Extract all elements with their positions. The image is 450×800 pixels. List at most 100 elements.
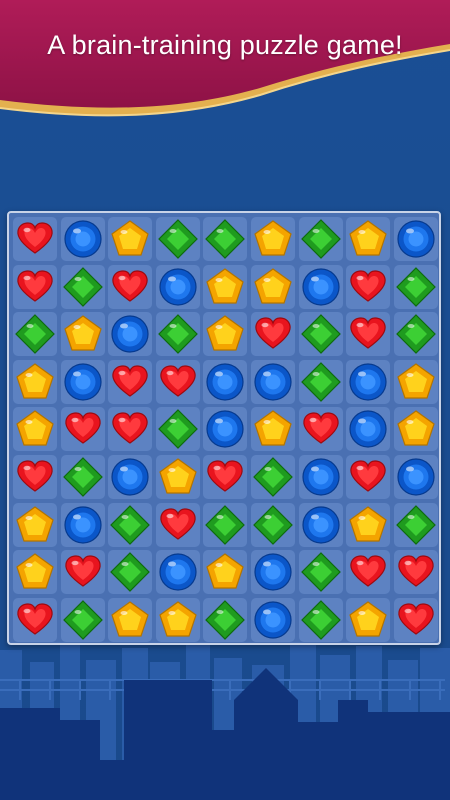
board-cell[interactable] xyxy=(298,502,343,547)
blue-round-gem[interactable] xyxy=(61,503,105,547)
board-cell[interactable] xyxy=(13,312,57,357)
red-heart-gem[interactable] xyxy=(108,360,152,404)
green-diamond-gem[interactable] xyxy=(203,598,247,642)
yellow-pentagon-gem[interactable] xyxy=(203,312,247,356)
board-cell[interactable] xyxy=(393,407,438,452)
board-cell[interactable] xyxy=(155,407,200,452)
board-cell[interactable] xyxy=(393,359,438,404)
board-cell[interactable] xyxy=(346,550,391,595)
board-cell[interactable] xyxy=(13,597,57,642)
blue-round-gem[interactable] xyxy=(346,360,390,404)
board-cell[interactable] xyxy=(298,455,343,499)
red-heart-gem[interactable] xyxy=(346,265,390,309)
blue-round-gem[interactable] xyxy=(203,407,247,451)
board-cell[interactable] xyxy=(108,312,153,357)
yellow-pentagon-gem[interactable] xyxy=(13,360,57,404)
board-cell[interactable] xyxy=(251,359,295,404)
board-cell[interactable] xyxy=(393,312,438,357)
green-diamond-gem[interactable] xyxy=(108,550,152,594)
board-cell[interactable] xyxy=(155,455,200,499)
red-heart-gem[interactable] xyxy=(394,598,438,642)
board-cell[interactable] xyxy=(13,550,57,595)
red-heart-gem[interactable] xyxy=(13,598,57,642)
board-cell[interactable] xyxy=(346,407,391,452)
red-heart-gem[interactable] xyxy=(108,407,152,451)
blue-round-gem[interactable] xyxy=(251,360,295,404)
red-heart-gem[interactable] xyxy=(203,455,247,499)
red-heart-gem[interactable] xyxy=(13,217,57,261)
green-diamond-gem[interactable] xyxy=(251,455,295,499)
board-cell[interactable] xyxy=(60,312,105,357)
red-heart-gem[interactable] xyxy=(61,550,105,594)
board-cell[interactable] xyxy=(393,264,438,309)
board-cell[interactable] xyxy=(60,359,105,404)
yellow-pentagon-gem[interactable] xyxy=(13,407,57,451)
green-diamond-gem[interactable] xyxy=(394,265,438,309)
blue-round-gem[interactable] xyxy=(346,407,390,451)
red-heart-gem[interactable] xyxy=(108,265,152,309)
board-cell[interactable] xyxy=(60,407,105,452)
red-heart-gem[interactable] xyxy=(251,312,295,356)
board-cell[interactable] xyxy=(298,597,343,642)
yellow-pentagon-gem[interactable] xyxy=(346,598,390,642)
red-heart-gem[interactable] xyxy=(156,503,200,547)
yellow-pentagon-gem[interactable] xyxy=(156,598,200,642)
blue-round-gem[interactable] xyxy=(251,550,295,594)
red-heart-gem[interactable] xyxy=(156,360,200,404)
blue-round-gem[interactable] xyxy=(108,312,152,356)
green-diamond-gem[interactable] xyxy=(203,503,247,547)
yellow-pentagon-gem[interactable] xyxy=(108,598,152,642)
green-diamond-gem[interactable] xyxy=(299,360,343,404)
board-cell[interactable] xyxy=(346,312,391,357)
board-cell[interactable] xyxy=(108,597,153,642)
green-diamond-gem[interactable] xyxy=(299,550,343,594)
board-cell[interactable] xyxy=(13,264,57,309)
board-cell[interactable] xyxy=(346,359,391,404)
green-diamond-gem[interactable] xyxy=(299,598,343,642)
board-cell[interactable] xyxy=(346,597,391,642)
board-cell[interactable] xyxy=(108,455,153,499)
board-cell[interactable] xyxy=(108,550,153,595)
yellow-pentagon-gem[interactable] xyxy=(251,217,295,261)
green-diamond-gem[interactable] xyxy=(299,217,343,261)
board-cell[interactable] xyxy=(393,550,438,595)
board-cell[interactable] xyxy=(251,502,295,547)
board-cell[interactable] xyxy=(346,502,391,547)
board-cell[interactable] xyxy=(60,550,105,595)
green-diamond-gem[interactable] xyxy=(61,598,105,642)
red-heart-gem[interactable] xyxy=(346,312,390,356)
yellow-pentagon-gem[interactable] xyxy=(346,217,390,261)
yellow-pentagon-gem[interactable] xyxy=(13,503,57,547)
board-cell[interactable] xyxy=(251,550,295,595)
yellow-pentagon-gem[interactable] xyxy=(251,265,295,309)
board-cell[interactable] xyxy=(346,217,391,261)
board-cell[interactable] xyxy=(155,502,200,547)
red-heart-gem[interactable] xyxy=(13,455,57,499)
board-cell[interactable] xyxy=(60,264,105,309)
green-diamond-gem[interactable] xyxy=(156,217,200,261)
board-cell[interactable] xyxy=(251,217,295,261)
green-diamond-gem[interactable] xyxy=(394,312,438,356)
board-cell[interactable] xyxy=(13,502,57,547)
board-cell[interactable] xyxy=(203,502,248,547)
green-diamond-gem[interactable] xyxy=(156,312,200,356)
green-diamond-gem[interactable] xyxy=(251,503,295,547)
blue-round-gem[interactable] xyxy=(394,455,438,499)
board-cell[interactable] xyxy=(108,264,153,309)
board-cell[interactable] xyxy=(298,312,343,357)
board-cell[interactable] xyxy=(393,597,438,642)
green-diamond-gem[interactable] xyxy=(299,312,343,356)
blue-round-gem[interactable] xyxy=(203,360,247,404)
board-cell[interactable] xyxy=(251,312,295,357)
blue-round-gem[interactable] xyxy=(299,265,343,309)
board-cell[interactable] xyxy=(393,502,438,547)
blue-round-gem[interactable] xyxy=(299,455,343,499)
green-diamond-gem[interactable] xyxy=(156,407,200,451)
board-cell[interactable] xyxy=(108,502,153,547)
yellow-pentagon-gem[interactable] xyxy=(13,550,57,594)
board-cell[interactable] xyxy=(155,550,200,595)
red-heart-gem[interactable] xyxy=(61,407,105,451)
board-cell[interactable] xyxy=(203,550,248,595)
board-cell[interactable] xyxy=(251,455,295,499)
board-cell[interactable] xyxy=(298,550,343,595)
